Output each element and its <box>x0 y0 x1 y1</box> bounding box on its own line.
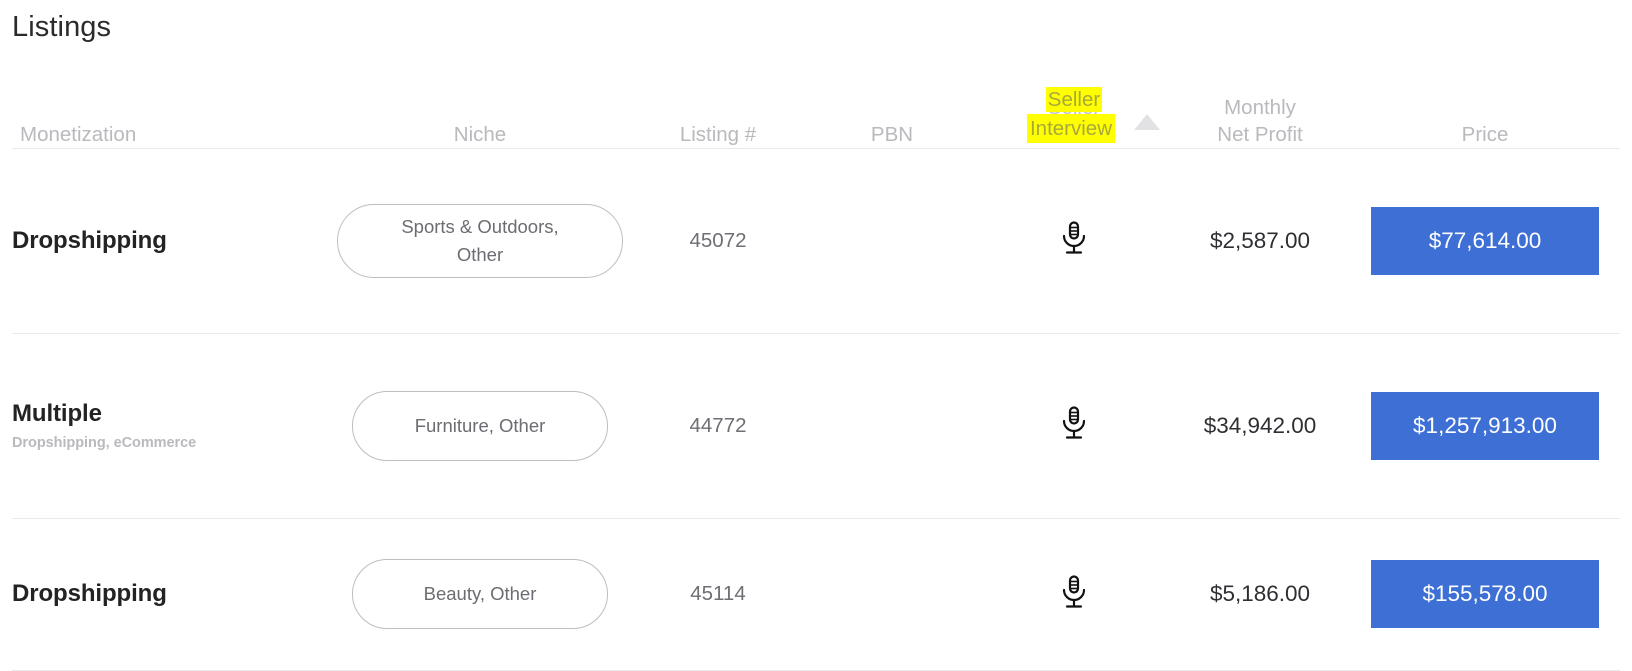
cell-monetization: Multiple Dropshipping, eCommerce <box>12 333 330 518</box>
niche-pill[interactable]: Furniture, Other <box>352 390 608 461</box>
monetization-name: Dropshipping <box>12 226 167 254</box>
seller-interview-header-stack: Seller Interview Seller Interview <box>1026 86 1116 148</box>
cell-price: $155,578.00 <box>1350 518 1620 670</box>
column-header-pbn[interactable]: PBN <box>806 62 978 149</box>
microphone-icon[interactable] <box>1060 406 1088 440</box>
cell-monthly-net-profit: $2,587.00 <box>1209 227 1311 253</box>
column-header-price[interactable]: Price <box>1350 62 1620 149</box>
cell-seller-interview <box>978 148 1170 333</box>
cell-niche: Sports & Outdoors, Other <box>330 148 630 333</box>
table-body: Dropshipping Sports & Outdoors, Other 45… <box>12 148 1620 670</box>
table-row[interactable]: Dropshipping Sports & Outdoors, Other 45… <box>12 148 1620 333</box>
cell-price: $77,614.00 <box>1350 148 1620 333</box>
column-header-seller-interview[interactable]: Seller Interview Seller Interview <box>978 62 1170 149</box>
cell-seller-interview <box>978 518 1170 670</box>
cell-listing-number: 45114 <box>690 582 746 605</box>
cell-listing-number: 44772 <box>689 413 747 437</box>
cell-pbn <box>806 148 978 333</box>
column-header-monthly-net-profit-label-line2: Net Profit <box>1217 122 1303 146</box>
column-header-pbn-label: PBN <box>870 122 914 146</box>
table-row[interactable]: Multiple Dropshipping, eCommerce Furnitu… <box>12 333 1620 518</box>
niche-pill-text: Sports & Outdoors, Other <box>401 213 558 269</box>
monetization-subtitle: Dropshipping, eCommerce <box>12 434 197 451</box>
cell-monthly-net-profit: $34,942.00 <box>1203 412 1317 438</box>
cell-listing-number: 45072 <box>689 228 747 252</box>
cell-monthly-net-profit: $5,186.00 <box>1209 581 1311 606</box>
cell-price: $1,257,913.00 <box>1350 333 1620 518</box>
column-header-monetization-label: Monetization <box>20 122 137 146</box>
listings-page: Listings Monetization Niche Listing # PB… <box>0 0 1632 670</box>
cell-seller-interview <box>978 333 1170 518</box>
column-header-listing-number-label: Listing # <box>679 122 757 146</box>
column-header-listing-number[interactable]: Listing # <box>630 62 806 149</box>
niche-pill-text-line2: Other <box>456 243 504 265</box>
table-row[interactable]: Dropshipping Beauty, Other 45114 $5,186.… <box>12 518 1620 670</box>
column-header-niche-label: Niche <box>453 122 507 146</box>
monetization-name: Dropshipping <box>12 580 167 607</box>
monetization-name: Multiple <box>12 399 102 427</box>
cell-pbn <box>806 518 978 670</box>
page-title: Listings <box>12 11 112 43</box>
column-header-niche[interactable]: Niche <box>330 62 630 149</box>
table-header-row: Monetization Niche Listing # PBN Seller … <box>12 62 1620 149</box>
cell-monetization: Dropshipping <box>12 518 330 670</box>
sort-ascending-triangle-up-icon[interactable] <box>1134 113 1160 130</box>
column-header-seller-interview-label-line1: Seller <box>1047 95 1101 119</box>
column-header-seller-interview-label-line2: Interview <box>1032 122 1116 146</box>
niche-pill-text: Beauty, Other <box>423 583 537 604</box>
column-header-price-label: Price <box>1461 122 1509 146</box>
microphone-icon[interactable] <box>1060 221 1088 255</box>
microphone-icon[interactable] <box>1060 574 1088 609</box>
price-badge[interactable]: $1,257,913.00 <box>1371 391 1599 460</box>
cell-niche: Furniture, Other <box>330 333 630 518</box>
price-badge[interactable]: $77,614.00 <box>1371 206 1599 275</box>
niche-pill[interactable]: Beauty, Other <box>352 559 608 629</box>
listings-table: Monetization Niche Listing # PBN Seller … <box>12 62 1620 671</box>
niche-pill-text-line1: Sports & Outdoors, <box>401 215 559 237</box>
price-badge[interactable]: $155,578.00 <box>1371 560 1599 628</box>
cell-niche: Beauty, Other <box>330 518 630 670</box>
niche-pill[interactable]: Sports & Outdoors, Other <box>337 203 623 278</box>
column-header-monetization[interactable]: Monetization <box>12 62 330 149</box>
niche-pill-text: Furniture, Other <box>414 414 546 436</box>
cell-monetization: Dropshipping <box>12 148 330 333</box>
cell-pbn <box>806 333 978 518</box>
table-header: Monetization Niche Listing # PBN Seller … <box>12 62 1620 149</box>
column-header-monthly-net-profit[interactable]: Monthly Net Profit <box>1170 62 1350 149</box>
column-header-monthly-net-profit-label-line1: Monthly <box>1224 95 1296 119</box>
